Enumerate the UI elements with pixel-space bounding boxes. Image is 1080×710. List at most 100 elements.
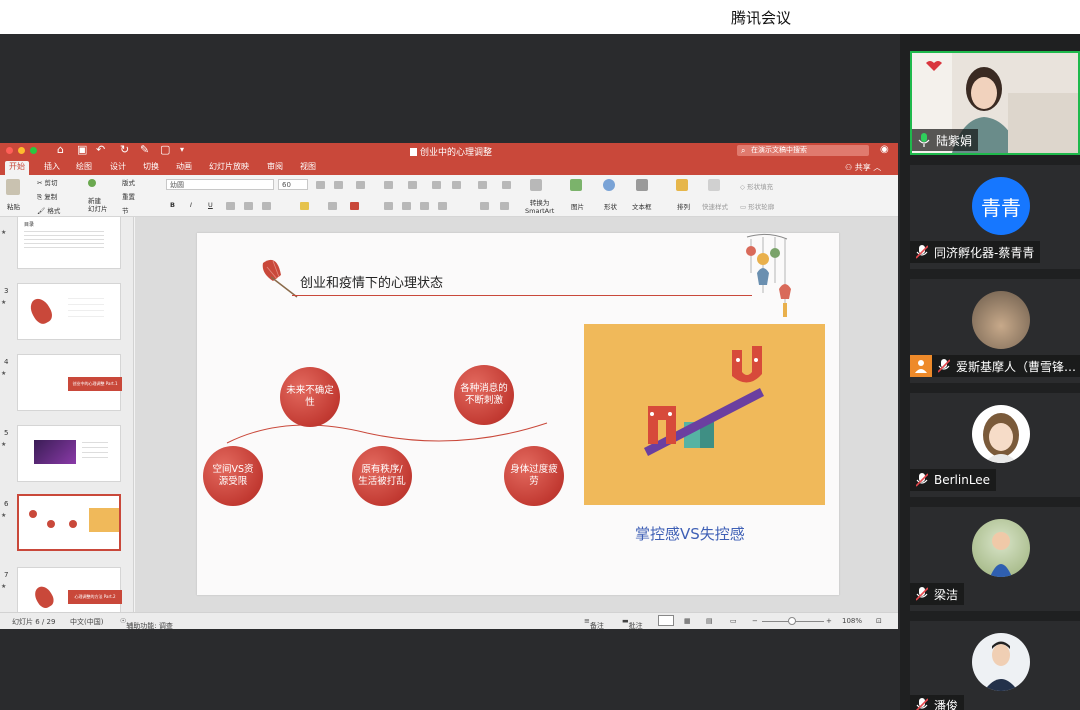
picture-icon[interactable] [570, 179, 582, 191]
bold-button[interactable]: B [170, 201, 175, 209]
customize-toolbar-icon[interactable]: ▾ [180, 144, 184, 156]
current-slide[interactable]: 创业和疫情下的心理状态 未来不确定性 各种消息的不断刺激 空间VS资源受限 原有… [197, 233, 839, 595]
shape-fill-button[interactable]: ◇ 形状填充 [740, 181, 773, 191]
font-name-select[interactable]: 幼圆 [166, 179, 274, 190]
new-slide-button[interactable]: 新建 幻灯片 [88, 197, 108, 213]
paste-icon[interactable] [6, 179, 20, 195]
edit-icon[interactable]: ✎ [140, 144, 149, 156]
zoom-slider-handle[interactable] [788, 617, 796, 625]
reset-button[interactable]: 重置 [122, 191, 135, 201]
line-spacing-icon[interactable] [478, 181, 487, 189]
increase-indent-icon[interactable] [452, 181, 461, 189]
minimize-window-button[interactable] [18, 147, 25, 154]
align-text-icon[interactable] [500, 202, 509, 210]
textbox-icon[interactable] [636, 179, 648, 191]
comments-button[interactable]: ▬ 批注 [622, 617, 643, 629]
columns-icon[interactable] [502, 181, 511, 189]
convert-smartart-button[interactable]: 转换为 SmartArt [525, 199, 554, 215]
participant-tile[interactable]: 梁洁 [910, 507, 1080, 611]
subscript-icon[interactable] [262, 202, 271, 210]
copy-button[interactable]: ⎘ 复制 [37, 191, 57, 202]
participant-tile[interactable]: BerlinLee [910, 393, 1080, 497]
tab-animations[interactable]: 动画 [176, 161, 192, 173]
decrease-font-icon[interactable] [334, 181, 343, 189]
tab-review[interactable]: 审阅 [267, 161, 283, 173]
text-effects-icon[interactable] [328, 202, 337, 210]
slide-thumbnail[interactable]: 创业中的心理调整 Part.1 [17, 354, 122, 411]
tab-view[interactable]: 视图 [300, 161, 316, 173]
numbering-icon[interactable] [408, 181, 417, 189]
align-left-icon[interactable] [384, 202, 393, 210]
slide-thumbnail-current[interactable] [17, 494, 121, 551]
save-icon[interactable]: ▣ [77, 144, 87, 156]
accessibility-check[interactable]: ☉ 辅助功能: 调查 [120, 617, 173, 629]
participant-name-tag: 爱斯基摩人（曹雪锋… [910, 355, 1080, 377]
slide-sorter-button[interactable]: ▦ [684, 617, 691, 625]
participant-tile[interactable]: 爱斯基摩人（曹雪锋… [910, 279, 1080, 383]
clear-format-icon[interactable] [356, 181, 365, 189]
participant-tile[interactable]: 青青 同济孵化器-蔡青青 [910, 165, 1080, 269]
increase-font-icon[interactable] [316, 181, 325, 189]
new-slide-icon[interactable] [88, 179, 96, 187]
decrease-indent-icon[interactable] [432, 181, 441, 189]
tab-draw[interactable]: 绘图 [76, 161, 92, 173]
home-icon[interactable]: ⌂ [57, 144, 64, 156]
zoom-level[interactable]: 108% [842, 617, 862, 625]
tab-slideshow[interactable]: 幻灯片放映 [209, 161, 249, 173]
participant-tile[interactable]: 陆紫娟 [910, 51, 1080, 155]
participant-tile[interactable]: 潘俊 [910, 621, 1080, 710]
highlight-icon[interactable] [300, 202, 309, 210]
bullets-icon[interactable] [384, 181, 393, 189]
slide-thumbnail[interactable] [17, 425, 121, 482]
shapes-icon[interactable] [603, 179, 615, 191]
tab-design[interactable]: 设计 [110, 161, 126, 173]
zoom-in-button[interactable]: + [826, 617, 832, 625]
layout-button[interactable]: 版式 [122, 177, 135, 187]
reading-view-button[interactable]: ▤ [706, 617, 713, 625]
account-icon[interactable]: ◉ [880, 144, 890, 155]
strikethrough-icon[interactable] [226, 202, 235, 210]
align-center-icon[interactable] [402, 202, 411, 210]
arrange-button[interactable]: 排列 [677, 201, 690, 211]
format-painter-button[interactable]: 🖌 格式 [37, 205, 60, 215]
close-window-button[interactable] [6, 147, 13, 154]
redo-icon[interactable]: ↻ [120, 144, 129, 156]
slideshow-button[interactable]: ▭ [730, 617, 737, 625]
tab-home[interactable]: 开始 [5, 161, 29, 175]
arrange-icon[interactable] [676, 179, 688, 191]
font-size-select[interactable]: 60 [278, 179, 308, 190]
fit-to-window-button[interactable]: ⊡ [876, 617, 882, 625]
notes-button[interactable]: ≡ 备注 [584, 617, 604, 629]
zoom-window-button[interactable] [30, 147, 37, 154]
picture-button[interactable]: 图片 [571, 201, 584, 211]
slide-thumbnail[interactable] [17, 283, 121, 340]
tab-transitions[interactable]: 切换 [143, 161, 159, 173]
shape-outline-button[interactable]: ▭ 形状轮廓 [740, 201, 774, 211]
document-icon[interactable]: ▢ [160, 144, 170, 156]
quick-styles-icon[interactable] [708, 179, 720, 191]
justify-icon[interactable] [438, 202, 447, 210]
text-direction-icon[interactable] [480, 202, 489, 210]
undo-icon[interactable]: ↶ [96, 144, 105, 156]
zoom-out-button[interactable]: − [752, 617, 758, 625]
avatar [972, 291, 1030, 349]
align-right-icon[interactable] [420, 202, 429, 210]
section-button[interactable]: 节 [122, 205, 129, 215]
normal-view-button[interactable] [658, 615, 674, 626]
font-color-icon[interactable] [350, 202, 359, 210]
textbox-button[interactable]: 文本框 [632, 201, 652, 211]
cut-button[interactable]: ✂ 剪切 [37, 177, 58, 187]
slide-thumbnail[interactable]: 目录 [17, 217, 121, 269]
share-button[interactable]: ⚇ 共享 ︿ [845, 162, 881, 173]
italic-button[interactable]: I [190, 201, 192, 209]
shapes-button[interactable]: 形状 [604, 201, 617, 211]
superscript-icon[interactable] [244, 202, 253, 210]
paste-button[interactable]: 粘贴 [7, 201, 20, 211]
smartart-icon[interactable] [530, 179, 542, 191]
underline-button[interactable]: U [208, 201, 213, 209]
language-indicator[interactable]: 中文(中国) [70, 617, 103, 627]
tab-insert[interactable]: 插入 [44, 161, 60, 173]
quick-styles-button[interactable]: 快速样式 [702, 201, 728, 211]
slide-thumbnail[interactable]: 心理调整的方法 Part.2 [17, 567, 122, 612]
ppt-search-input[interactable]: ⌕ 在演示文稿中搜索 [737, 145, 869, 156]
